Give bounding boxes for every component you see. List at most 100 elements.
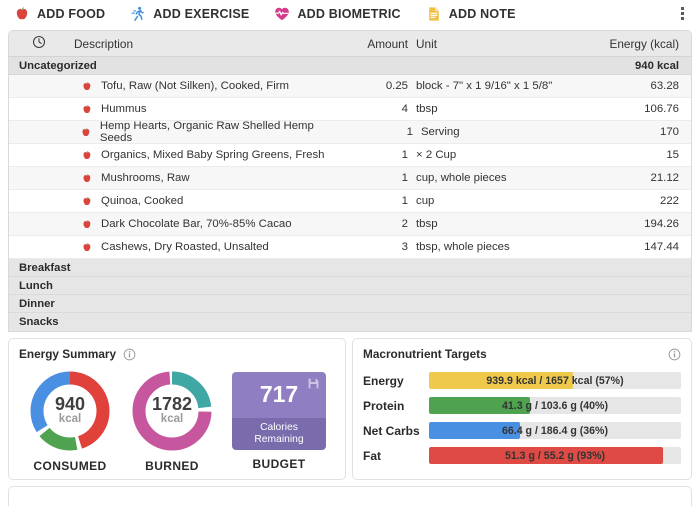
row-energy: 106.76 [644, 103, 679, 115]
add-exercise-button[interactable]: ADD EXERCISE [130, 6, 249, 22]
macro-row-fat[interactable]: Fat 51.3 g / 55.2 g (93%) [363, 443, 681, 468]
meal-section-breakfast[interactable]: Breakfast [9, 259, 691, 277]
macro-progress-track: 66.4 g / 186.4 g (36%) [429, 422, 681, 439]
macronutrient-targets-title: Macronutrient Targets [363, 347, 487, 361]
food-log-table: Description Amount Unit Energy (kcal) Un… [8, 30, 692, 332]
heart-pulse-icon [274, 6, 290, 22]
food-name: Hummus [101, 103, 147, 115]
energy-metrics: 940 kcal CONSUMED 1782 kcal BURNED 717 C… [19, 369, 335, 473]
row-description-cell: Hemp Hearts, Organic Raw Shelled Hemp Se… [68, 120, 344, 144]
row-energy: 15 [666, 149, 679, 161]
table-row[interactable]: Mushrooms, Raw 1 cup, whole pieces 21.12 [9, 167, 691, 190]
kebab-menu-icon[interactable] [674, 6, 690, 22]
row-amount: 1 [401, 195, 408, 207]
apple-icon [81, 103, 93, 116]
column-header-description[interactable]: Description [69, 37, 338, 51]
table-row[interactable]: Organics, Mixed Baby Spring Greens, Fres… [9, 144, 691, 167]
burned-label: BURNED [145, 459, 199, 473]
macro-row-net-carbs[interactable]: Net Carbs 66.4 g / 186.4 g (36%) [363, 418, 681, 443]
column-header-unit[interactable]: Unit [416, 37, 591, 51]
table-row[interactable]: Tofu, Raw (Not Silken), Cooked, Firm 0.2… [9, 75, 691, 98]
food-name: Tofu, Raw (Not Silken), Cooked, Firm [101, 80, 290, 92]
macro-value-text: 41.3 g / 103.6 g (40%) [502, 399, 608, 412]
food-name: Hemp Hearts, Organic Raw Shelled Hemp Se… [99, 120, 314, 144]
macro-progress-track: 939.9 kcal / 1657 kcal (57%) [429, 372, 681, 389]
apple-icon [81, 172, 93, 185]
kebab-dot [680, 6, 684, 10]
row-unit: block - 7" x 1 9/16" x 1 5/8" [416, 80, 553, 92]
group-total: 940 kcal [635, 59, 679, 72]
column-header-energy[interactable]: Energy (kcal) [591, 37, 691, 51]
add-exercise-label: ADD EXERCISE [153, 6, 250, 21]
macro-label: Net Carbs [363, 423, 420, 438]
row-energy: 170 [659, 126, 679, 138]
kebab-dot [680, 17, 684, 21]
info-icon[interactable] [668, 348, 681, 361]
table-row[interactable]: Dark Chocolate Bar, 70%-85% Cacao 2 tbsp… [9, 213, 691, 236]
macronutrient-targets-card: Macronutrient Targets Energy 939.9 kcal … [352, 338, 692, 480]
row-energy: 222 [659, 195, 679, 207]
meal-section-lunch[interactable]: Lunch [9, 277, 691, 295]
meal-name: Breakfast [19, 261, 71, 274]
table-row[interactable]: Cashews, Dry Roasted, Unsalted 3 tbsp, w… [9, 236, 691, 259]
row-description-cell: Mushrooms, Raw [69, 172, 338, 185]
meal-name: Lunch [19, 279, 53, 292]
meal-name: Snacks [19, 316, 59, 328]
row-amount: 4 [401, 103, 408, 115]
food-name: Organics, Mixed Baby Spring Greens, Fres… [101, 149, 325, 161]
table-row[interactable]: Quinoa, Cooked 1 cup 222 [9, 190, 691, 213]
food-name: Cashews, Dry Roasted, Unsalted [101, 241, 269, 253]
energy-summary-header: Energy Summary [19, 347, 335, 361]
macro-row-energy[interactable]: Energy 939.9 kcal / 1657 kcal (57%) [363, 368, 681, 393]
info-icon[interactable] [123, 348, 136, 361]
consumed-donut-chart[interactable]: 940 kcal [28, 369, 112, 453]
burned-donut-chart[interactable]: 1782 kcal [130, 369, 214, 453]
row-amount: 0.25 [385, 80, 408, 92]
table-row[interactable]: Hemp Hearts, Organic Raw Shelled Hemp Se… [9, 120, 691, 144]
row-energy: 21.12 [650, 172, 679, 184]
row-description-cell: Dark Chocolate Bar, 70%-85% Cacao [69, 218, 338, 231]
row-amount: 1 [406, 126, 413, 138]
row-energy: 63.28 [650, 80, 679, 92]
next-card-stub [8, 486, 692, 506]
macro-progress-track: 51.3 g / 55.2 g (93%) [429, 447, 681, 464]
macro-label: Protein [363, 398, 405, 413]
budget-value: 717 [259, 380, 299, 407]
budget-caption-area: Calories Remaining [232, 418, 326, 450]
row-amount: 2 [401, 218, 408, 230]
macro-label: Fat [363, 448, 381, 463]
column-header-amount[interactable]: Amount [338, 37, 416, 51]
note-icon [426, 6, 442, 22]
row-description-cell: Organics, Mixed Baby Spring Greens, Fres… [69, 149, 338, 162]
row-unit: Serving [420, 126, 460, 138]
row-unit: tbsp [416, 218, 438, 230]
budget-caption-line1: Calories [260, 422, 298, 434]
macro-value-text: 66.4 g / 186.4 g (36%) [502, 424, 608, 437]
meal-section-dinner[interactable]: Dinner [9, 295, 691, 313]
row-energy: 194.26 [644, 218, 679, 230]
apple-icon [81, 241, 93, 254]
budget-label: BUDGET [252, 457, 306, 471]
row-unit: tbsp [416, 103, 438, 115]
save-icon [307, 377, 320, 390]
meal-name: Dinner [19, 297, 55, 310]
meal-section-snacks[interactable]: Snacks [9, 313, 691, 331]
column-header-time[interactable] [9, 35, 69, 52]
energy-summary-title: Energy Summary [19, 347, 117, 361]
apple-icon [14, 6, 30, 22]
add-food-button[interactable]: ADD FOOD [14, 6, 105, 22]
group-header-uncategorized[interactable]: Uncategorized 940 kcal [9, 57, 691, 75]
row-unit: × 2 Cup [416, 149, 457, 161]
table-row[interactable]: Hummus 4 tbsp 106.76 [9, 98, 691, 121]
macro-value-text: 51.3 g / 55.2 g (93%) [504, 449, 606, 462]
macro-row-protein[interactable]: Protein 41.3 g / 103.6 g (40%) [363, 393, 681, 418]
budget-card[interactable]: 717 Calories Remaining [232, 372, 326, 450]
add-biometric-button[interactable]: ADD BIOMETRIC [274, 6, 401, 22]
food-name: Mushrooms, Raw [101, 172, 190, 184]
burned-metric: 1782 kcal BURNED [130, 369, 214, 473]
consumed-metric: 940 kcal CONSUMED [28, 369, 112, 473]
add-note-button[interactable]: ADD NOTE [426, 6, 516, 22]
apple-icon [81, 149, 93, 162]
kebab-dot [680, 12, 684, 15]
row-description-cell: Hummus [69, 103, 338, 116]
